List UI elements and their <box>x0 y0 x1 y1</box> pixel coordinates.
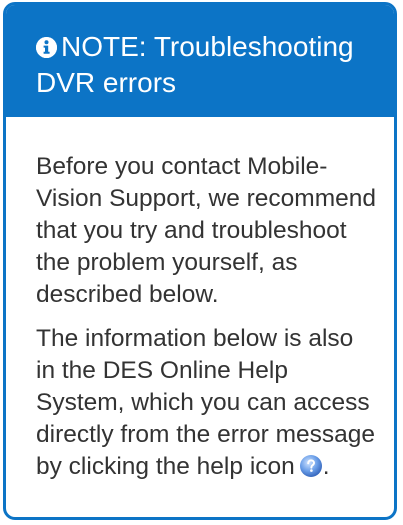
paragraph-help-info: The information below is also in the DES… <box>36 323 376 483</box>
note-title: NOTE: Troubleshooting DVR errors <box>36 31 354 98</box>
note-body: Before you contact Mobile-Vision Support… <box>6 117 394 483</box>
note-box: NOTE: Troubleshooting DVR errors Before … <box>3 2 397 520</box>
help-icon <box>299 454 323 478</box>
paragraph-help-end: . <box>322 453 330 480</box>
note-header: NOTE: Troubleshooting DVR errors <box>6 5 394 117</box>
paragraph-contact-support: Before you contact Mobile-Vision Support… <box>36 153 376 308</box>
info-circle-icon <box>36 37 57 58</box>
